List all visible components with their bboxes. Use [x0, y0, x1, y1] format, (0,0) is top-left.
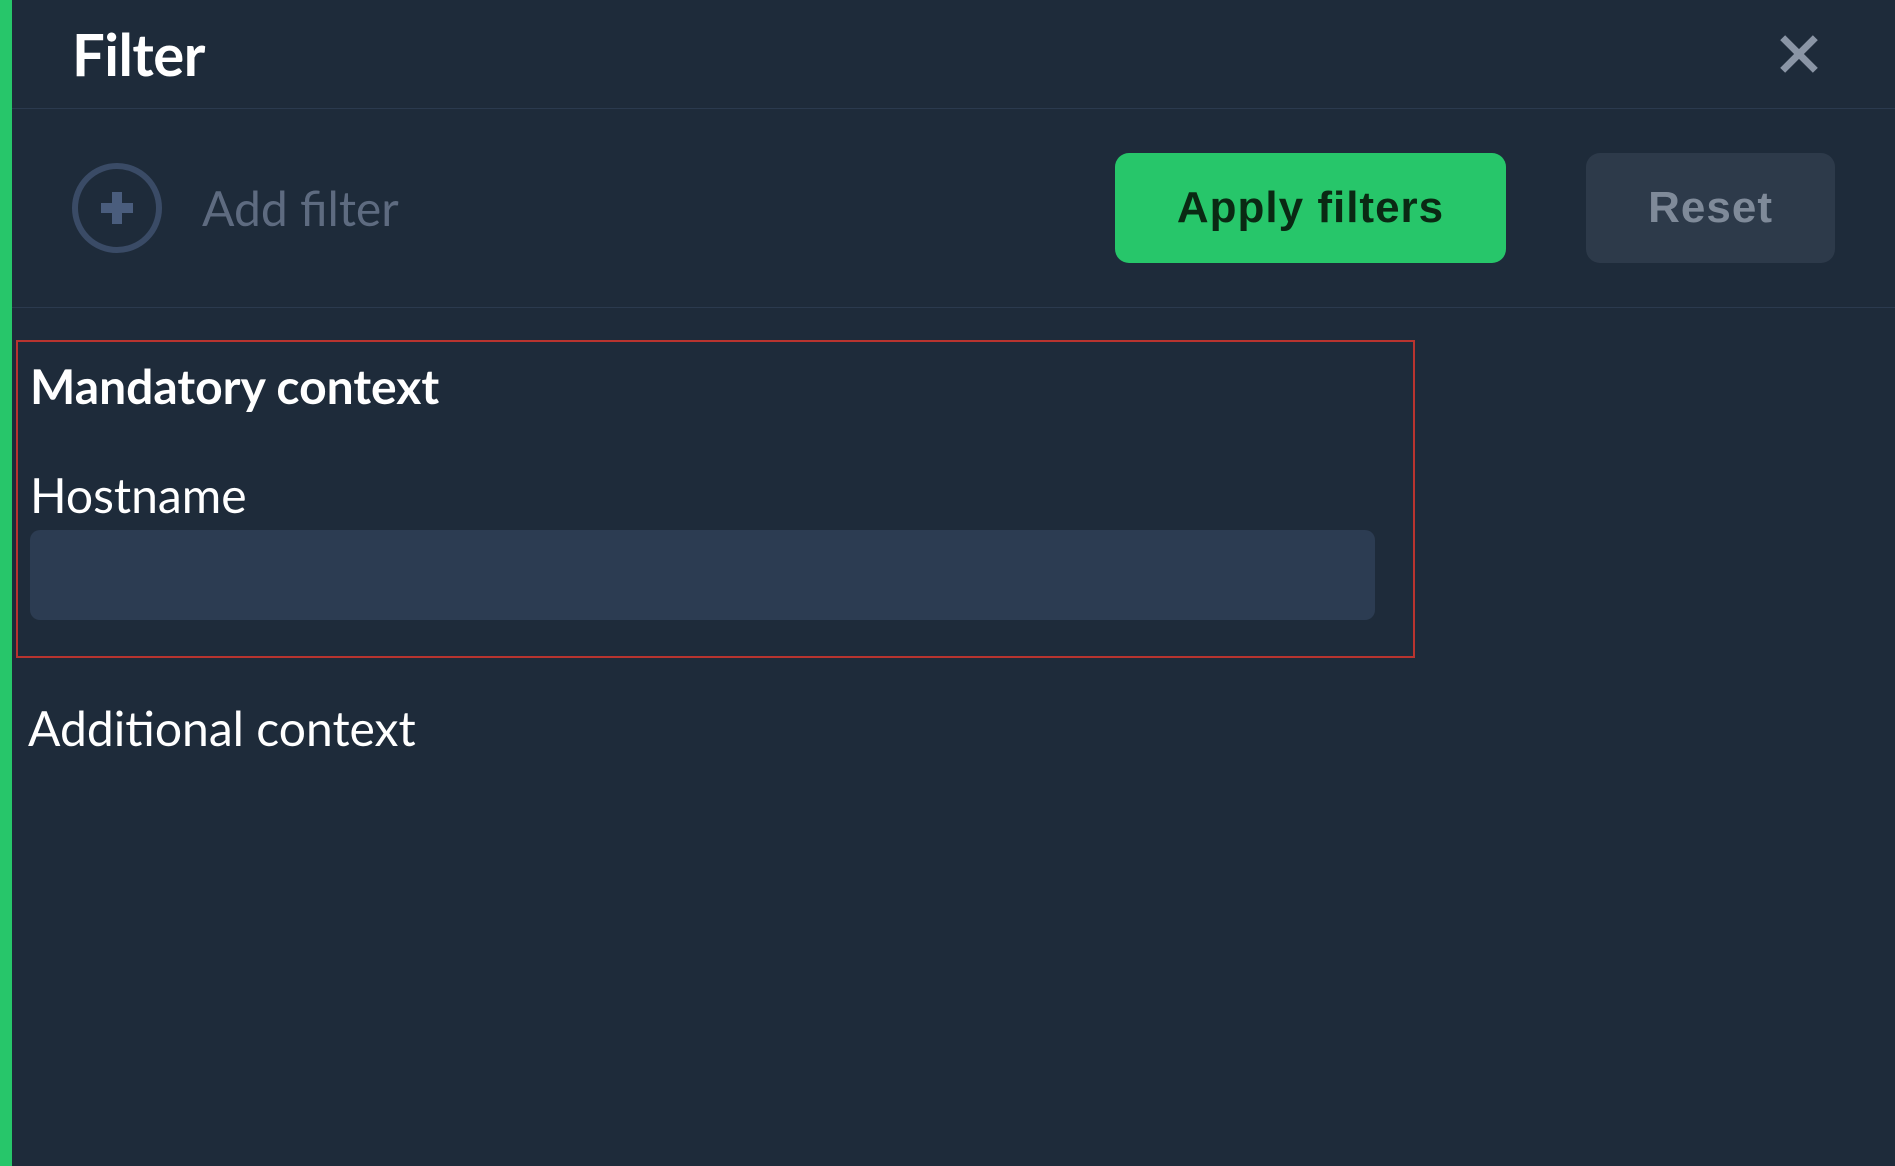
reset-button[interactable]: Reset — [1586, 153, 1835, 263]
plus-icon — [72, 163, 162, 253]
panel-title: Filter — [72, 20, 205, 89]
close-button[interactable] — [1763, 18, 1835, 90]
panel-header: Filter — [12, 0, 1895, 109]
apply-filters-button[interactable]: Apply filters — [1115, 153, 1506, 263]
add-filter-button[interactable]: Add filter — [72, 163, 399, 253]
additional-context-heading: Additional context — [12, 658, 1895, 757]
accent-bar — [0, 0, 12, 1166]
add-filter-label: Add filter — [202, 180, 399, 237]
hostname-label: Hostname — [18, 415, 1413, 530]
filter-panel: Filter Add filter Apply filters Reset Ma… — [12, 0, 1895, 1166]
toolbar: Add filter Apply filters Reset — [12, 109, 1895, 308]
hostname-input[interactable] — [30, 530, 1375, 620]
mandatory-context-box: Mandatory context Hostname — [16, 340, 1415, 658]
panel-content: Mandatory context Hostname Additional co… — [12, 308, 1895, 757]
mandatory-context-heading: Mandatory context — [18, 342, 1413, 415]
